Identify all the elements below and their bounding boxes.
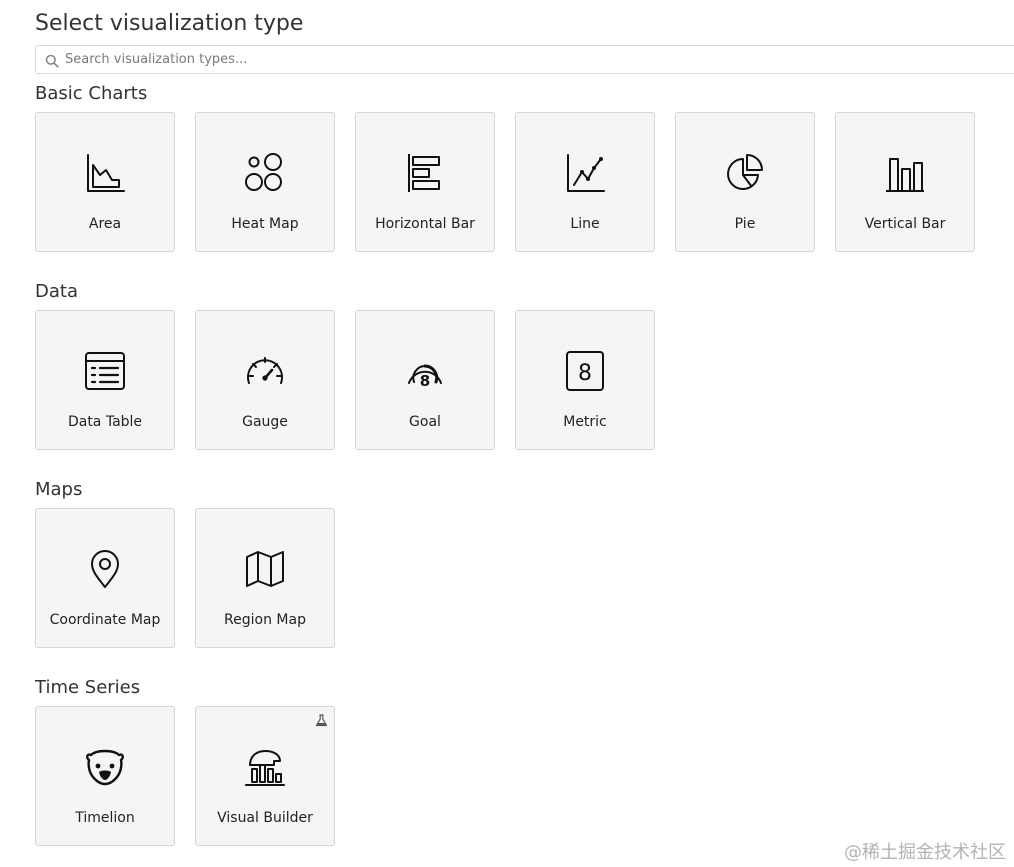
svg-text:8: 8 [420, 372, 430, 390]
tile-heat-map[interactable]: Heat Map [195, 112, 335, 252]
data-table-icon [83, 349, 127, 393]
tile-label: Visual Builder [217, 810, 313, 826]
visualization-picker: Select visualization type Basic Charts A… [0, 0, 1014, 867]
beta-flask-icon [315, 712, 328, 727]
tile-label: Heat Map [231, 216, 299, 232]
search-box[interactable] [35, 45, 1014, 74]
tile-label: Goal [409, 414, 441, 430]
goal-icon: 8 [403, 349, 447, 393]
data-grid: Data Table Gauge 8 Goal 8 Metric [35, 310, 675, 450]
tile-line[interactable]: Line [515, 112, 655, 252]
tile-vertical-bar[interactable]: Vertical Bar [835, 112, 975, 252]
tile-visual-builder[interactable]: Visual Builder [195, 706, 335, 846]
svg-text:8: 8 [578, 361, 592, 386]
page-title: Select visualization type [35, 11, 304, 36]
tile-label: Region Map [224, 612, 306, 628]
tile-data-table[interactable]: Data Table [35, 310, 175, 450]
tile-label: Data Table [67, 414, 143, 430]
tile-goal[interactable]: 8 Goal [355, 310, 495, 450]
gauge-icon [243, 349, 287, 393]
section-title-time-series: Time Series [35, 677, 141, 698]
horizontal-bar-icon [403, 151, 447, 195]
tile-label: Coordinate Map [49, 612, 161, 628]
tile-region-map[interactable]: Region Map [195, 508, 335, 648]
section-title-basic-charts: Basic Charts [35, 83, 148, 104]
tile-label: Area [88, 216, 122, 232]
tile-timelion[interactable]: Timelion [35, 706, 175, 846]
tile-label: Gauge [242, 414, 288, 430]
search-icon [45, 53, 59, 68]
region-map-icon [243, 547, 287, 591]
tile-label: Pie [734, 216, 756, 232]
tile-label: Vertical Bar [864, 216, 946, 232]
maps-grid: Coordinate Map Region Map [35, 508, 355, 648]
section-title-data: Data [35, 281, 78, 302]
time-series-grid: Timelion Visual Builder [35, 706, 355, 846]
tile-label: Timelion [75, 810, 135, 826]
heat-map-icon [243, 151, 287, 195]
section-title-maps: Maps [35, 479, 83, 500]
area-chart-icon [83, 151, 127, 195]
basic-charts-grid: Area Heat Map Horizontal Bar Line Pie Ve… [35, 112, 995, 252]
tile-pie[interactable]: Pie [675, 112, 815, 252]
tile-label: Line [570, 216, 600, 232]
map-pin-icon [83, 547, 127, 591]
vertical-bar-icon [883, 151, 927, 195]
timelion-bear-icon [83, 745, 127, 789]
search-input[interactable] [65, 46, 1014, 73]
pie-chart-icon [723, 151, 767, 195]
line-chart-icon [563, 151, 607, 195]
tile-coordinate-map[interactable]: Coordinate Map [35, 508, 175, 648]
tile-metric[interactable]: 8 Metric [515, 310, 655, 450]
tile-horizontal-bar[interactable]: Horizontal Bar [355, 112, 495, 252]
metric-icon: 8 [563, 349, 607, 393]
tile-area[interactable]: Area [35, 112, 175, 252]
visual-builder-icon [243, 745, 287, 789]
watermark: @稀土掘金技术社区 [844, 842, 1006, 863]
tile-label: Metric [563, 414, 607, 430]
tile-label: Horizontal Bar [375, 216, 475, 232]
tile-gauge[interactable]: Gauge [195, 310, 335, 450]
